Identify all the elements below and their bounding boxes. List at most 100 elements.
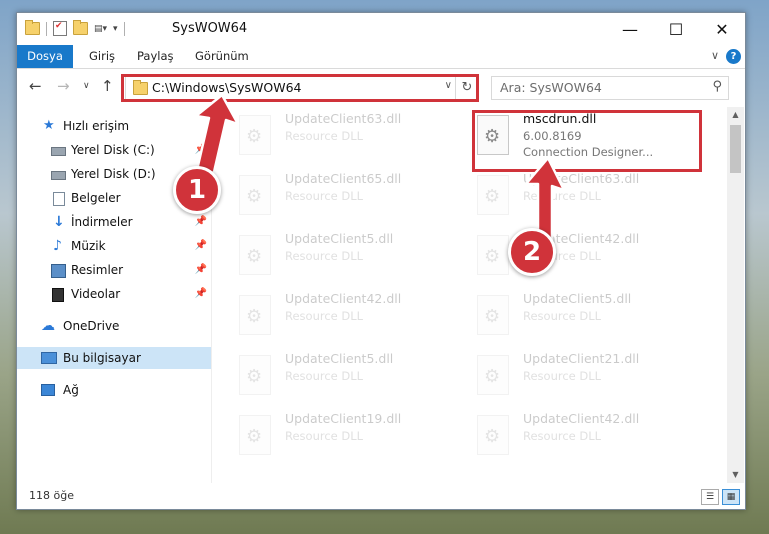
scroll-up-icon[interactable]: ▲	[727, 107, 744, 123]
folder-icon	[25, 20, 40, 35]
pin-icon[interactable]: 📌	[195, 211, 207, 233]
file-name: UpdateClient63.dll	[285, 111, 402, 126]
sidebar-item-quick-access[interactable]: ★ Hızlı erişim	[17, 115, 211, 137]
sidebar-item-music[interactable]: ♪ Müzik 📌	[17, 235, 211, 257]
file-description: Resource DLL	[285, 249, 364, 263]
file-tile[interactable]: UpdateClient5.dll Resource DLL	[213, 349, 433, 401]
recent-locations-icon[interactable]: ∨	[83, 81, 90, 91]
details-view-icon[interactable]: ☰	[701, 489, 719, 505]
tiles-view-icon[interactable]: ▦	[722, 489, 740, 505]
sidebar-item-label: Yerel Disk (D:)	[71, 167, 156, 181]
dll-file-icon	[239, 295, 271, 335]
dll-file-icon	[477, 175, 509, 215]
search-input[interactable]: Ara: SysWOW64 ⚲	[491, 76, 729, 100]
sidebar-item-label: OneDrive	[63, 319, 120, 333]
sidebar-item-disk-c[interactable]: Yerel Disk (C:) 📌	[17, 139, 211, 161]
new-folder-icon[interactable]	[73, 20, 88, 35]
file-name: UpdateClient65.dll	[285, 171, 402, 186]
dll-file-icon	[477, 415, 509, 455]
file-tile[interactable]: UpdateClient63.dll Resource DLL	[213, 109, 433, 161]
file-name: UpdateClient5.dll	[285, 351, 394, 366]
file-tile[interactable]: UpdateClient5.dll Resource DLL	[451, 289, 671, 341]
quick-access-toolbar: ▤▾ ▾	[25, 20, 125, 36]
vertical-scrollbar[interactable]: ▲ ▼	[727, 107, 744, 483]
item-count: 118 öğe	[29, 489, 74, 502]
ribbon-tabs: Dosya Giriş Paylaş Görünüm ∨ ?	[17, 45, 745, 69]
back-arrow-icon[interactable]: ←	[29, 77, 42, 95]
file-description: Resource DLL	[285, 129, 364, 143]
scroll-down-icon[interactable]: ▼	[727, 467, 744, 483]
file-name: UpdateClient5.dll	[523, 291, 632, 306]
maximize-button[interactable]: ☐	[653, 13, 699, 45]
sidebar-item-label: Hızlı erişim	[63, 119, 130, 133]
dll-file-icon	[239, 415, 271, 455]
videos-icon	[52, 288, 64, 302]
sidebar-item-label: İndirmeler	[71, 215, 133, 229]
sidebar-item-this-pc[interactable]: Bu bilgisayar	[17, 347, 211, 369]
search-icon[interactable]: ⚲	[712, 79, 722, 94]
file-tile[interactable]: UpdateClient65.dll Resource DLL	[213, 169, 433, 221]
toolbar-dropdown-icon[interactable]: ▾	[113, 24, 118, 34]
step-1-badge: 1	[173, 166, 221, 214]
close-button[interactable]: ✕	[699, 13, 745, 45]
dll-file-icon	[477, 355, 509, 395]
dll-file-icon	[239, 355, 271, 395]
sidebar-item-videos[interactable]: Videolar 📌	[17, 283, 211, 305]
up-arrow-icon[interactable]: ↑	[101, 77, 114, 95]
sidebar-item-downloads[interactable]: ↓ İndirmeler 📌	[17, 211, 211, 233]
tab-home[interactable]: Giriş	[89, 45, 115, 68]
computer-icon	[41, 352, 57, 364]
dll-file-icon	[239, 235, 271, 275]
tab-share[interactable]: Paylaş	[137, 45, 174, 68]
navigation-pane: ★ Hızlı erişim Yerel Disk (C:) 📌 Yerel D…	[17, 107, 212, 483]
drive-icon	[51, 171, 66, 180]
step-2-badge: 2	[508, 228, 556, 276]
pin-icon[interactable]: 📌	[195, 259, 207, 281]
download-icon: ↓	[53, 214, 65, 230]
file-description: Resource DLL	[285, 189, 364, 203]
pin-icon[interactable]: 📌	[195, 235, 207, 257]
help-icon[interactable]: ?	[726, 49, 741, 64]
sidebar-item-onedrive[interactable]: ☁ OneDrive	[17, 315, 211, 337]
network-icon	[41, 384, 55, 396]
sidebar-item-network[interactable]: Ağ	[17, 379, 211, 401]
file-tile[interactable]: UpdateClient21.dll Resource DLL	[451, 349, 671, 401]
star-icon: ★	[43, 118, 55, 133]
file-tile[interactable]: UpdateClient42.dll Resource DLL	[451, 409, 671, 461]
sidebar-item-pictures[interactable]: Resimler 📌	[17, 259, 211, 281]
status-bar: 118 öğe ☰ ▦	[17, 485, 745, 509]
file-name: UpdateClient63.dll	[523, 171, 640, 186]
expand-ribbon-icon[interactable]: ∨	[711, 49, 719, 62]
tab-file[interactable]: Dosya	[17, 45, 73, 68]
customize-toolbar-icon[interactable]: ▤▾	[94, 24, 107, 34]
file-description: Resource DLL	[285, 369, 364, 383]
file-name: UpdateClient19.dll	[285, 411, 402, 426]
file-tile[interactable]: UpdateClient42.dll Resource DLL	[451, 229, 671, 281]
forward-arrow-icon[interactable]: →	[57, 77, 70, 95]
file-tile[interactable]: UpdateClient19.dll Resource DLL	[213, 409, 433, 461]
file-tile[interactable]: UpdateClient63.dll Resource DLL	[451, 169, 671, 221]
toolbar-divider	[46, 21, 47, 36]
tab-view[interactable]: Görünüm	[195, 45, 249, 68]
window-title: SysWOW64	[172, 21, 248, 36]
scrollbar-thumb[interactable]	[730, 125, 741, 173]
minimize-button[interactable]: —	[607, 13, 653, 45]
file-name: UpdateClient5.dll	[285, 231, 394, 246]
music-icon: ♪	[53, 238, 62, 254]
documents-icon	[53, 192, 65, 206]
file-description: Resource DLL	[523, 429, 602, 443]
cloud-icon: ☁	[41, 318, 55, 334]
file-tile[interactable]: UpdateClient42.dll Resource DLL	[213, 289, 433, 341]
file-tile[interactable]: UpdateClient5.dll Resource DLL	[213, 229, 433, 281]
pin-icon[interactable]: 📌	[195, 283, 207, 305]
toolbar-divider	[123, 21, 125, 36]
dll-file-icon	[477, 295, 509, 335]
file-name: UpdateClient42.dll	[285, 291, 402, 306]
sidebar-item-label: Yerel Disk (C:)	[71, 143, 155, 157]
dll-file-icon	[477, 235, 509, 275]
file-description: Resource DLL	[285, 309, 364, 323]
properties-icon[interactable]	[53, 21, 67, 36]
dll-file-icon	[239, 115, 271, 155]
pin-icon[interactable]: 📌	[195, 139, 207, 161]
sidebar-item-label: Ağ	[63, 383, 79, 397]
